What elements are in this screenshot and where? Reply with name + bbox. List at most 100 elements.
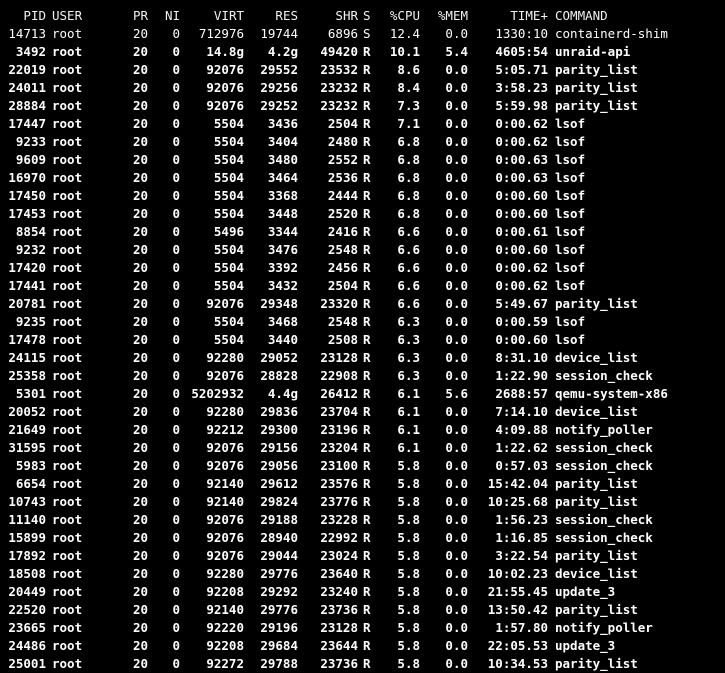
process-priority: 20	[132, 206, 148, 221]
process-virt: 14.8g	[206, 44, 244, 59]
process-command: session_check	[555, 512, 653, 527]
process-nice: 0	[172, 386, 180, 401]
process-mem: 5.4	[445, 44, 468, 59]
process-pid: 15899	[8, 530, 46, 545]
process-command: lsof	[555, 260, 586, 275]
process-pid: 17447	[8, 116, 46, 131]
process-command: lsof	[555, 206, 586, 221]
process-virt: 92272	[206, 656, 244, 671]
process-command: update_3	[555, 584, 616, 599]
process-mem: 0.0	[445, 350, 468, 365]
process-mem: 0.0	[445, 62, 468, 77]
process-user: root	[52, 548, 83, 563]
process-mem: 0.0	[445, 242, 468, 257]
process-nice: 0	[172, 638, 180, 653]
process-time: 5:49.67	[495, 296, 548, 311]
header-state: S	[363, 8, 371, 23]
process-nice: 0	[172, 44, 180, 59]
process-pid: 8854	[15, 224, 46, 239]
process-user: root	[52, 332, 83, 347]
process-cpu: 6.3	[397, 314, 420, 329]
process-nice: 0	[172, 458, 180, 473]
process-priority: 20	[132, 170, 148, 185]
process-command: lsof	[555, 242, 586, 257]
process-pid: 9233	[15, 134, 46, 149]
process-cpu: 7.3	[397, 98, 420, 113]
header-shr: SHR	[335, 8, 358, 23]
process-state: S	[363, 26, 371, 41]
process-state: R	[363, 296, 371, 311]
process-state: R	[363, 584, 371, 599]
process-user: root	[52, 80, 83, 95]
process-mem: 0.0	[445, 422, 468, 437]
header-cpu: %CPU	[389, 8, 420, 23]
process-res: 3480	[267, 152, 298, 167]
header-command: COMMAND	[555, 8, 608, 23]
process-cpu: 5.8	[397, 656, 420, 671]
process-time: 10:25.68	[487, 494, 548, 509]
process-state: R	[363, 278, 371, 293]
process-priority: 20	[132, 638, 148, 653]
process-user: root	[52, 98, 83, 113]
process-pid: 24115	[8, 350, 46, 365]
process-state: R	[363, 404, 371, 419]
header-time: TIME+	[510, 8, 548, 23]
process-pid: 28884	[8, 98, 46, 113]
process-mem: 0.0	[445, 116, 468, 131]
process-shr: 2416	[327, 224, 358, 239]
process-time: 0:00.63	[495, 152, 548, 167]
process-priority: 20	[132, 530, 148, 545]
process-pid: 3492	[15, 44, 46, 59]
process-time: 0:00.61	[495, 224, 548, 239]
process-row: 23665 root 20 0 92220 29196 23128 R 5.8 0.0 1:57.8…	[0, 619, 725, 637]
process-nice: 0	[172, 152, 180, 167]
process-shr: 23736	[320, 602, 358, 617]
process-virt: 5202932	[191, 386, 244, 401]
process-virt: 92220	[206, 620, 244, 635]
process-command: session_check	[555, 440, 653, 455]
process-command: lsof	[555, 116, 586, 131]
process-virt: 92076	[206, 62, 244, 77]
process-virt: 5504	[213, 116, 244, 131]
process-virt: 92076	[206, 458, 244, 473]
process-priority: 20	[132, 404, 148, 419]
process-shr: 23704	[320, 404, 358, 419]
process-virt: 92208	[206, 638, 244, 653]
process-pid: 20781	[8, 296, 46, 311]
process-priority: 20	[132, 548, 148, 563]
process-pid: 20052	[8, 404, 46, 419]
process-nice: 0	[172, 314, 180, 329]
process-mem: 0.0	[445, 224, 468, 239]
process-command: parity_list	[555, 296, 638, 311]
process-shr: 2520	[327, 206, 358, 221]
process-nice: 0	[172, 440, 180, 455]
process-mem: 0.0	[445, 98, 468, 113]
process-nice: 0	[172, 26, 180, 41]
process-pid: 22019	[8, 62, 46, 77]
process-virt: 92076	[206, 80, 244, 95]
header-mem: %MEM	[437, 8, 468, 23]
process-user: root	[52, 584, 83, 599]
process-time: 0:00.62	[495, 260, 548, 275]
process-command: parity_list	[555, 80, 638, 95]
process-shr: 2444	[327, 188, 358, 203]
process-time: 0:00.60	[495, 206, 548, 221]
process-command: update_3	[555, 638, 616, 653]
column-header-row: PID USER PR NI VIRT RES SHR S %CPU %MEM …	[0, 6, 725, 25]
process-cpu: 5.8	[397, 638, 420, 653]
process-cpu: 5.8	[397, 602, 420, 617]
process-priority: 20	[132, 476, 148, 491]
process-command: session_check	[555, 368, 653, 383]
process-user: root	[52, 440, 83, 455]
header-ni: NI	[164, 8, 180, 23]
process-virt: 92076	[206, 512, 244, 527]
process-virt: 5496	[213, 224, 244, 239]
process-row: 24011 root 20 0 92076 29256 23232 R 8.4 0.0 3:58.2…	[0, 79, 725, 97]
process-shr: 23576	[320, 476, 358, 491]
process-cpu: 6.1	[397, 422, 420, 437]
process-cpu: 12.4	[389, 26, 420, 41]
process-time: 1:16.85	[495, 530, 548, 545]
process-nice: 0	[172, 584, 180, 599]
process-row: 9232 root 20 0 5504 3476 2548 R 6.6 0.0 0:00.60 lso…	[0, 241, 725, 259]
process-res: 29300	[260, 422, 298, 437]
